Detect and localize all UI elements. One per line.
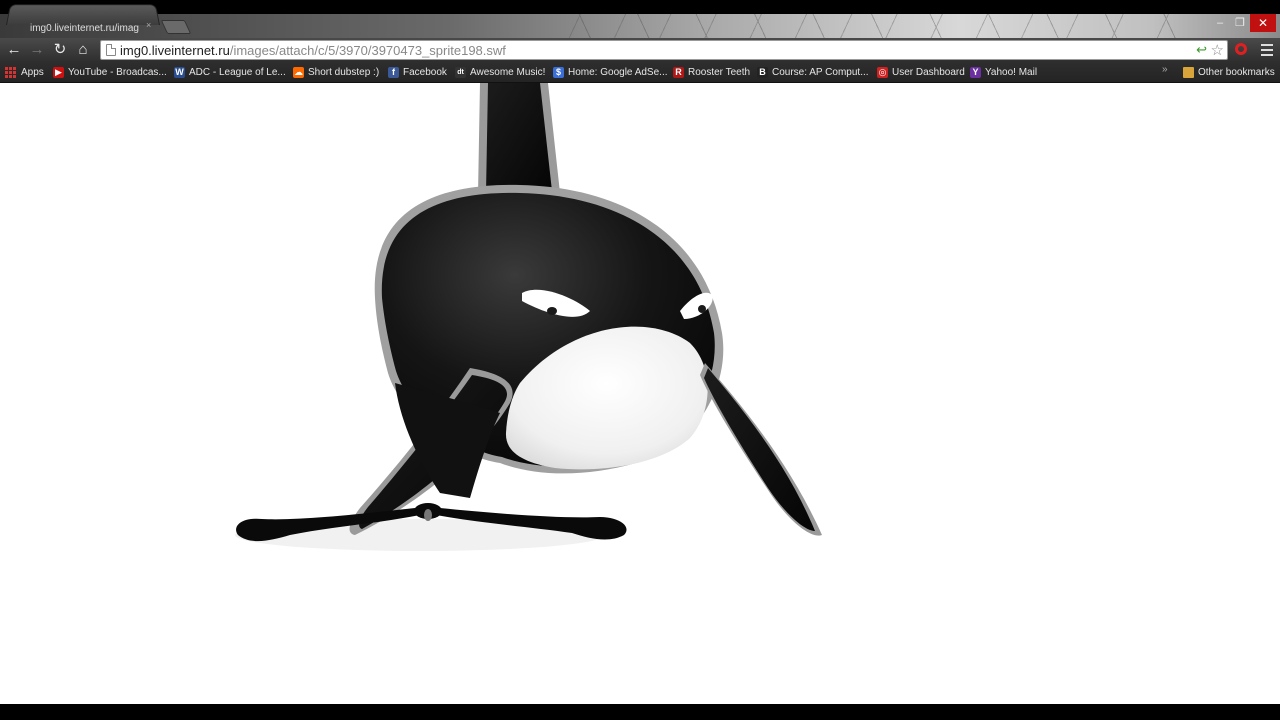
page-icon (106, 44, 116, 56)
soundcloud-icon: ☁ (293, 66, 304, 78)
bookmark-label: Awesome Music! (470, 66, 546, 78)
other-bookmarks-label: Other bookmarks (1198, 66, 1275, 78)
letterbox-bottom (0, 704, 1280, 720)
bookmark-label: Apps (21, 66, 44, 78)
bookmark-item[interactable]: ▶ YouTube - Broadcas... (53, 65, 167, 79)
forward-button[interactable]: → (27, 40, 47, 60)
bookmark-item[interactable]: ◎ User Dashboard (877, 65, 965, 79)
tab-label-area: img0.liveinternet.ru/imag (14, 18, 158, 34)
bookmark-label: YouTube - Broadcas... (68, 66, 167, 78)
bookmark-item[interactable]: f Facebook (388, 65, 447, 79)
bookmark-label: Yahoo! Mail (985, 66, 1038, 78)
tab-title: img0.liveinternet.ru/imag (30, 23, 139, 34)
opera-extension-icon[interactable] (1235, 43, 1247, 55)
go-arrow-icon[interactable]: ↩ (1196, 42, 1207, 58)
w-icon: W (174, 66, 185, 78)
tab-strip (0, 14, 1280, 38)
minimize-button[interactable]: – (1210, 15, 1230, 31)
other-bookmarks[interactable]: Other bookmarks (1183, 65, 1275, 79)
bookmark-star-icon[interactable]: ☆ (1211, 41, 1224, 59)
menu-icon[interactable] (1259, 41, 1275, 57)
letterbox-top (0, 0, 1280, 14)
close-window-button[interactable]: ✕ (1250, 14, 1276, 32)
url-text[interactable]: img0.liveinternet.ru/images/attach/c/5/3… (120, 43, 506, 58)
orca-animation[interactable] (0, 83, 1280, 704)
bookmark-item[interactable]: W ADC - League of Le... (174, 65, 286, 79)
url-host: img0.liveinternet.ru (120, 43, 230, 58)
browser-toolbar: ← → ↻ ⌂ img0.liveinternet.ru/images/atta… (0, 38, 1280, 62)
bookmarks-overflow-icon[interactable]: » (1162, 64, 1168, 75)
blackboard-icon: B (757, 66, 768, 78)
apps-icon (5, 66, 16, 78)
tab-close-icon[interactable]: × (146, 19, 151, 31)
folder-icon (1183, 66, 1194, 78)
bookmark-label: Rooster Teeth (688, 66, 751, 78)
youtube-icon: ▶ (53, 66, 64, 78)
bookmark-item[interactable]: $ Home: Google AdSe... (553, 65, 668, 79)
roosterteeth-icon: R (673, 66, 684, 78)
theme-background (560, 14, 1200, 38)
bookmark-item[interactable]: ☁ Short dubstep :) (293, 65, 379, 79)
bookmark-label: Home: Google AdSe... (568, 66, 668, 78)
adsense-icon: $ (553, 66, 564, 78)
address-bar[interactable]: img0.liveinternet.ru/images/attach/c/5/3… (100, 40, 1228, 60)
restore-button[interactable]: ❐ (1230, 15, 1250, 31)
orca-left-eye (547, 307, 557, 315)
bookmark-item[interactable]: Y Yahoo! Mail (970, 65, 1037, 79)
orca-right-fin (704, 368, 815, 531)
reload-button[interactable]: ↻ (50, 40, 70, 60)
bookmark-label: Facebook (403, 66, 447, 78)
dt-icon: dt (455, 66, 466, 78)
bookmark-item[interactable]: Apps (5, 65, 44, 79)
bookmark-item[interactable]: dt Awesome Music! (455, 65, 545, 79)
url-path: /images/attach/c/5/3970/3970473_sprite19… (229, 43, 506, 58)
dashboard-icon: ◎ (877, 66, 888, 78)
bookmark-label: ADC - League of Le... (189, 66, 286, 78)
facebook-icon: f (388, 66, 399, 78)
home-button[interactable]: ⌂ (73, 40, 93, 60)
bookmark-item[interactable]: R Rooster Teeth (673, 65, 750, 79)
orca-tail-notch (424, 509, 432, 521)
orca-right-eye (698, 305, 706, 313)
back-button[interactable]: ← (4, 40, 24, 60)
yahoo-icon: Y (970, 66, 981, 78)
bookmark-label: User Dashboard (892, 66, 965, 78)
window-controls: – ❐ ✕ (1210, 14, 1276, 32)
bookmark-label: Short dubstep :) (308, 66, 380, 78)
bookmark-item[interactable]: B Course: AP Comput... (757, 65, 869, 79)
page-content (0, 83, 1280, 704)
bookmark-label: Course: AP Comput... (772, 66, 869, 78)
